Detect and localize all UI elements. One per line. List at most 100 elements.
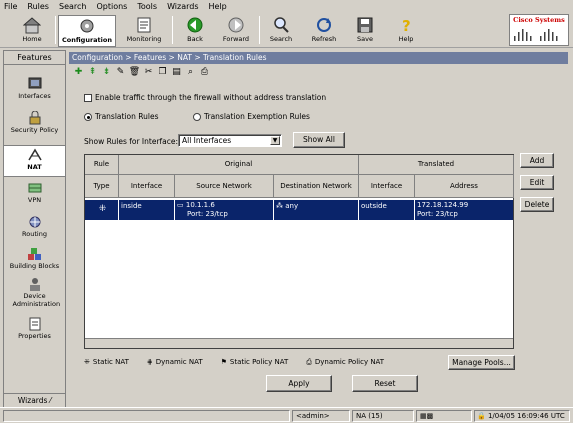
translation-rules-option: Translation Rules <box>84 112 158 121</box>
host-icon: ▭ <box>177 201 184 209</box>
home-label: Home <box>22 35 42 43</box>
refresh-button[interactable]: Refresh <box>304 15 344 47</box>
back-button[interactable]: Back <box>175 15 215 47</box>
find-icon[interactable]: ⌕ <box>185 67 196 78</box>
menu-options[interactable]: Options <box>96 2 127 11</box>
translation-exemption-option: Translation Exemption Rules <box>193 112 310 121</box>
feature-security-policy[interactable]: Security Policy <box>4 111 65 134</box>
feature-routing-label: Routing <box>22 230 47 238</box>
copy-icon[interactable]: ❐ <box>157 67 168 78</box>
edit-rule-icon[interactable]: ✎ <box>115 67 126 78</box>
monitoring-button[interactable]: Monitoring <box>122 15 166 47</box>
delete-rule-icon[interactable]: 🗑 <box>129 67 140 78</box>
interface-select[interactable]: All Interfaces ▼ <box>178 134 282 147</box>
static-policy-nat-icon: ⚑ <box>220 358 227 366</box>
chevron-down-icon[interactable]: ▼ <box>270 136 280 145</box>
show-rules-label: Show Rules for Interface: <box>84 137 179 146</box>
export-icon[interactable]: ⎙ <box>199 67 210 78</box>
rule-group-header: Rule <box>85 155 119 175</box>
configuration-label: Configuration <box>62 36 112 44</box>
feature-routing[interactable]: Routing <box>4 215 65 238</box>
horizontal-scrollbar[interactable] <box>85 338 513 348</box>
col-source-network[interactable]: Source Network <box>175 175 274 198</box>
col-address[interactable]: Address <box>415 175 514 198</box>
save-button[interactable]: Save <box>345 15 385 47</box>
svg-text:?: ? <box>402 17 411 34</box>
monitoring-icon <box>137 17 151 33</box>
menu-wizards[interactable]: Wizards <box>167 2 198 11</box>
manage-pools-button[interactable]: Manage Pools... <box>448 355 515 370</box>
help-button[interactable]: ? Help <box>386 15 426 47</box>
menu-help[interactable]: Help <box>209 2 227 11</box>
menu-tools[interactable]: Tools <box>137 2 157 11</box>
translation-exemption-label: Translation Exemption Rules <box>204 112 310 121</box>
forward-label: Forward <box>222 35 250 43</box>
row-address-cell: 172.18.124.99 Port: 23/tcp <box>415 200 513 220</box>
col-original-interface[interactable]: Interface <box>119 175 175 198</box>
translation-exemption-radio[interactable] <box>193 112 201 121</box>
cut-icon[interactable]: ✂ <box>143 67 154 78</box>
col-type[interactable]: Type <box>85 175 119 198</box>
features-header: Features <box>4 51 65 65</box>
menu-rules[interactable]: Rules <box>27 2 49 11</box>
wizards-arrow-icon: ⁄ <box>49 396 52 405</box>
home-button[interactable]: Home <box>12 15 52 47</box>
row-address: 172.18.124.99 <box>417 201 469 209</box>
col-destination-network[interactable]: Destination Network <box>274 175 359 198</box>
show-all-button[interactable]: Show All <box>293 132 345 148</box>
cisco-bridge-icon <box>514 29 558 41</box>
feature-properties[interactable]: Properties <box>4 317 65 340</box>
configuration-icon <box>80 19 94 33</box>
save-icon <box>357 17 373 33</box>
feature-nat[interactable]: NAT <box>4 145 65 177</box>
search-icon <box>274 17 289 33</box>
add-button[interactable]: Add <box>520 153 554 168</box>
paste-icon[interactable]: ▤ <box>171 67 182 78</box>
legend-static-nat: Static NAT <box>92 358 129 366</box>
translation-rules-radio[interactable] <box>84 112 92 121</box>
cisco-logo: Cisco Systems <box>509 14 569 46</box>
enable-traffic-option: Enable traffic through the firewall with… <box>84 93 326 102</box>
search-label: Search <box>269 35 293 43</box>
back-label: Back <box>187 35 203 43</box>
col-translated-interface[interactable]: Interface <box>359 175 415 198</box>
feature-vpn[interactable]: VPN <box>4 181 65 204</box>
row-source-port: Port: 23/tcp <box>187 210 228 218</box>
menu-search[interactable]: Search <box>59 2 86 11</box>
interfaces-icon <box>28 77 41 89</box>
help-label: Help <box>398 35 414 43</box>
search-button[interactable]: Search <box>261 15 301 47</box>
feature-properties-label: Properties <box>18 332 51 340</box>
cisco-logo-text: Cisco Systems <box>513 16 565 24</box>
add-rule-icon[interactable]: ✚ <box>73 67 84 78</box>
enable-traffic-checkbox[interactable] <box>84 93 92 102</box>
status-privilege: NA (15) <box>352 410 414 422</box>
wizards-button[interactable]: Wizards ⁄ <box>4 393 65 407</box>
status-message <box>3 410 290 422</box>
feature-building-blocks[interactable]: Building Blocks <box>4 247 65 270</box>
reset-button[interactable]: Reset <box>352 375 418 392</box>
move-up-icon[interactable]: ⇞ <box>87 67 98 78</box>
legend-dynamic-nat: Dynamic NAT <box>155 358 203 366</box>
breadcrumb: Configuration > Features > NAT > Transla… <box>69 52 568 64</box>
move-down-icon[interactable]: ⇟ <box>101 67 112 78</box>
row-destination: any <box>285 202 299 210</box>
menu-file[interactable]: File <box>4 2 17 11</box>
forward-button[interactable]: Forward <box>216 15 256 47</box>
features-panel: Features Interfaces Security Policy NAT … <box>3 50 66 408</box>
translated-group-header: Translated <box>359 155 514 175</box>
edit-button[interactable]: Edit <box>520 175 554 190</box>
row-address-port: Port: 23/tcp <box>417 210 458 218</box>
forward-arrow-icon <box>228 17 244 33</box>
configuration-button[interactable]: Configuration <box>58 15 116 47</box>
apply-button[interactable]: Apply <box>266 375 332 392</box>
status-icons: ▦▩ <box>416 410 472 422</box>
monitoring-label: Monitoring <box>126 35 162 43</box>
delete-button[interactable]: Delete <box>520 197 554 212</box>
feature-device-administration[interactable]: Device Administration <box>4 277 65 308</box>
static-nat-type-icon: ⁜ <box>85 200 119 220</box>
feature-nat-label: NAT <box>27 163 42 171</box>
security-policy-icon <box>29 111 40 125</box>
feature-interfaces[interactable]: Interfaces <box>4 77 65 100</box>
dynamic-policy-nat-icon: ⎙ <box>306 357 312 366</box>
